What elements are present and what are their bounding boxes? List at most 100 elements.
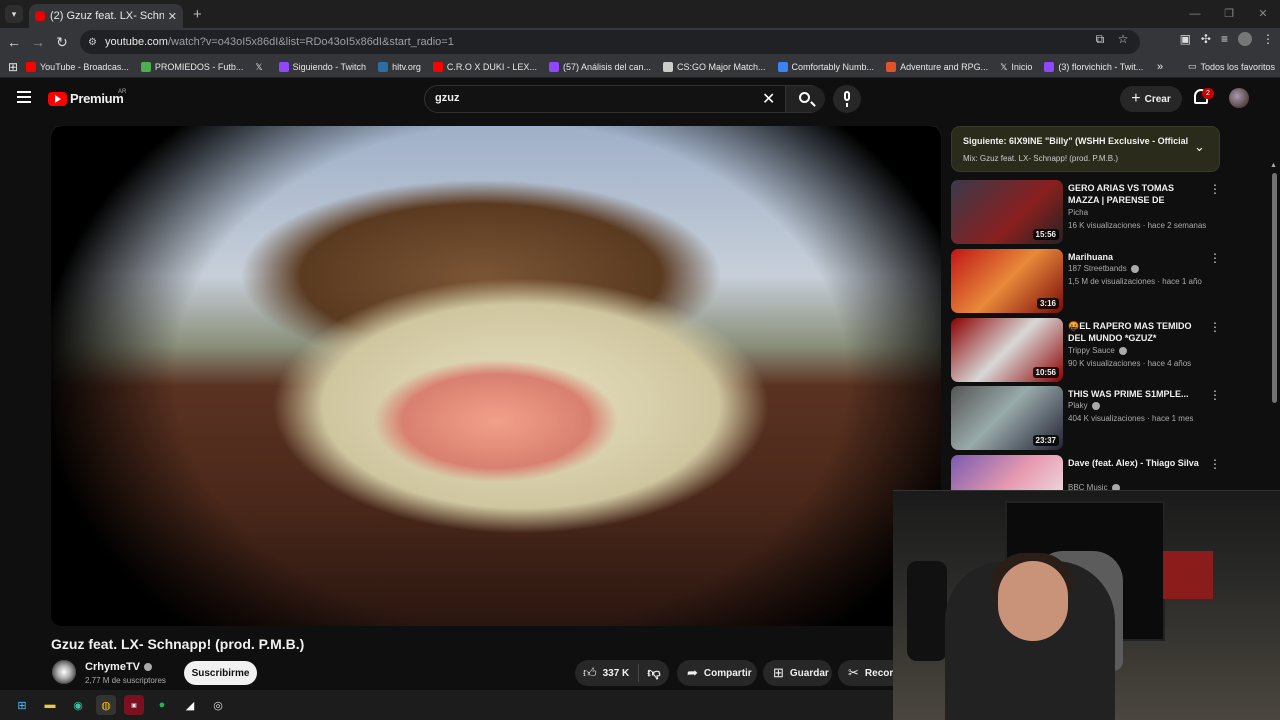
file-explorer-icon[interactable]: ▬ — [40, 695, 60, 715]
media-controls-icon[interactable]: ≡ — [1221, 32, 1228, 46]
bookmark-item[interactable]: hltv.org — [378, 61, 421, 72]
bookmark-item[interactable]: PROMIEDOS - Futb... — [140, 61, 243, 72]
bookmark-favicon-icon — [777, 61, 788, 72]
voice-search-button[interactable] — [833, 85, 861, 113]
browser-tab-active[interactable]: (2) Gzuz feat. LX- Schnapp! (pr ✕ — [29, 4, 183, 28]
bookmark-item[interactable]: Siguiendo - Twitch — [278, 61, 366, 72]
bookmark-item[interactable]: (57) Análisis del can... — [548, 61, 651, 72]
restore-icon[interactable]: ❐ — [1212, 0, 1246, 28]
youtube-masthead: Premium AR gzuz ✕ + Crear 2 — [0, 78, 1280, 120]
recommended-channel[interactable]: Picha — [1068, 208, 1088, 217]
subscribe-button[interactable]: Suscribirme — [184, 661, 257, 685]
video-player[interactable] — [51, 126, 941, 626]
bookmark-label: C.R.O X DUKI - LEX... — [446, 61, 537, 72]
recommended-channel[interactable]: Trippy Sauce — [1068, 346, 1127, 355]
app-icon[interactable]: ◢ — [180, 695, 200, 715]
bookmarks-overflow-icon[interactable]: » — [1157, 61, 1163, 73]
video-thumbnail[interactable]: 23:37 — [951, 386, 1063, 450]
reload-icon[interactable]: ↻ — [50, 34, 74, 51]
channel-avatar[interactable] — [52, 660, 76, 684]
site-info-icon[interactable]: ⚙ — [88, 37, 97, 48]
video-thumbnail[interactable]: 15:56 — [951, 180, 1063, 244]
channel-name[interactable]: CrhymeTV — [85, 661, 153, 673]
recommended-video[interactable]: Dave (feat. Alex) - Thiago Silva BBC Musi… — [951, 455, 1220, 491]
bookmark-item[interactable]: 𝕏 Inicio — [1000, 62, 1032, 72]
recommended-video[interactable]: 15:56 GERO ARIAS VS TOMAS MAZZA | PARENSE… — [951, 180, 1221, 244]
all-bookmarks-folder[interactable]: ▭ Todos los favoritos — [1188, 61, 1275, 72]
tab-search-button[interactable]: ▾ — [5, 5, 23, 23]
more-actions-icon[interactable]: ⋮ — [1209, 457, 1220, 471]
verified-badge-icon — [1130, 264, 1139, 273]
dislike-button[interactable]: 👎︎ — [639, 665, 669, 681]
more-actions-icon[interactable]: ⋮ — [1209, 388, 1221, 402]
video-thumbnail[interactable]: 3:16 — [951, 249, 1063, 313]
recommended-title: 🤬EL RAPERO MAS TEMIDO DEL MUNDO *GZUZ* — [1068, 321, 1192, 343]
minimize-icon[interactable]: — — [1178, 0, 1212, 28]
bookmark-favicon-icon — [886, 61, 897, 72]
obs-icon[interactable]: ◎ — [208, 695, 228, 715]
search-box[interactable]: gzuz ✕ — [424, 85, 825, 113]
bookmark-item[interactable]: 𝕏 — [255, 62, 266, 72]
recommended-video[interactable]: 23:37 THIS WAS PRIME S1MPLE... Plaky 404 K … — [951, 386, 1221, 450]
country-code: AR — [118, 89, 127, 95]
bookmark-item[interactable]: Adventure and RPG... — [886, 61, 988, 72]
create-label: Crear — [1144, 93, 1171, 105]
window-controls: — ❐ ✕ — [1178, 0, 1280, 28]
scroll-up-arrow-icon[interactable]: ▲ — [1270, 162, 1277, 169]
bookmark-item[interactable]: CS:GO Major Match... — [663, 61, 766, 72]
tab-close-icon[interactable]: ✕ — [168, 10, 177, 23]
bookmark-item[interactable]: C.R.O X DUKI - LEX... — [432, 61, 537, 72]
page-scrollbar[interactable] — [1272, 173, 1277, 403]
streaming-app-icon[interactable]: ▣ — [124, 695, 144, 715]
recommended-video[interactable]: 3:16 Marihuana 187 Streetbands 1,5 M de vis… — [951, 249, 1221, 313]
save-playlist-icon: ⊞ — [773, 665, 784, 680]
guide-menu-icon[interactable] — [17, 91, 31, 103]
more-actions-icon[interactable]: ⋮ — [1209, 320, 1221, 334]
youtube-premium-logo[interactable]: Premium AR — [48, 89, 127, 106]
video-thumbnail[interactable] — [951, 455, 1063, 491]
close-window-icon[interactable]: ✕ — [1246, 0, 1280, 28]
more-actions-icon[interactable]: ⋮ — [1209, 251, 1221, 265]
tab-title: (2) Gzuz feat. LX- Schnapp! (pr — [50, 10, 164, 22]
recommended-title: THIS WAS PRIME S1MPLE... — [1068, 389, 1189, 399]
chevron-down-icon[interactable]: ⌄ — [1194, 139, 1205, 155]
extension-icon[interactable]: ▣ — [1180, 32, 1191, 46]
bookmark-item[interactable]: YouTube - Broadcas... — [26, 61, 129, 72]
browser-menu-icon[interactable]: ⋮ — [1262, 32, 1274, 46]
recommended-title: Marihuana — [1068, 252, 1114, 262]
recommended-channel[interactable]: 187 Streetbands — [1068, 264, 1139, 273]
bookmark-item[interactable]: (3) florvichich - Twit... — [1044, 61, 1143, 72]
url-field[interactable]: ⚙ youtube.com/watch?v=o43oI5x86dI&list=R… — [80, 30, 1140, 54]
back-arrow-icon[interactable]: ← — [2, 34, 26, 50]
recommended-video[interactable]: 10:56 🤬EL RAPERO MAS TEMIDO DEL MUNDO *GZ… — [951, 318, 1221, 382]
edge-icon[interactable]: ◉ — [68, 695, 88, 715]
create-button[interactable]: + Crear — [1120, 86, 1182, 112]
up-next-panel[interactable]: Siguiente: 6IX9INE "Billy" (WSHH Exclusi… — [951, 126, 1220, 172]
apps-grid-icon[interactable]: ⊞ — [0, 60, 26, 74]
bookmark-label: hltv.org — [392, 61, 421, 72]
profile-avatar-icon[interactable] — [1238, 32, 1252, 46]
x-icon: 𝕏 — [1000, 61, 1008, 72]
save-button[interactable]: ⊞ Guardar — [763, 660, 832, 686]
forward-arrow-icon[interactable]: → — [26, 34, 50, 50]
extensions-puzzle-icon[interactable]: ✣ — [1201, 32, 1211, 46]
cast-icon[interactable]: ⧉ — [1096, 32, 1105, 47]
save-label: Guardar — [789, 667, 829, 679]
bookmark-star-icon[interactable]: ☆ — [1118, 32, 1129, 46]
like-button[interactable]: 👍︎ 337 K — [575, 664, 639, 682]
clear-search-icon[interactable]: ✕ — [762, 89, 775, 109]
account-avatar[interactable] — [1229, 88, 1249, 108]
share-button[interactable]: ➦ Compartir — [677, 660, 757, 686]
spotify-icon[interactable]: ● — [152, 695, 172, 715]
new-tab-button[interactable]: + — [193, 6, 202, 23]
recommended-channel-text: Picha — [1068, 208, 1089, 217]
windows-start-icon[interactable]: ⊞ — [12, 695, 32, 715]
recommended-meta: 1,5 M de visualizaciones · hace 1 año — [1068, 277, 1202, 286]
search-button[interactable] — [785, 86, 825, 112]
chrome-icon[interactable]: ◍ — [96, 695, 116, 715]
search-input[interactable]: gzuz — [435, 92, 459, 104]
more-actions-icon[interactable]: ⋮ — [1209, 182, 1221, 196]
bookmark-item[interactable]: Comfortably Numb... — [777, 61, 874, 72]
video-thumbnail[interactable]: 10:56 — [951, 318, 1063, 382]
recommended-channel[interactable]: Plaky — [1068, 401, 1100, 410]
